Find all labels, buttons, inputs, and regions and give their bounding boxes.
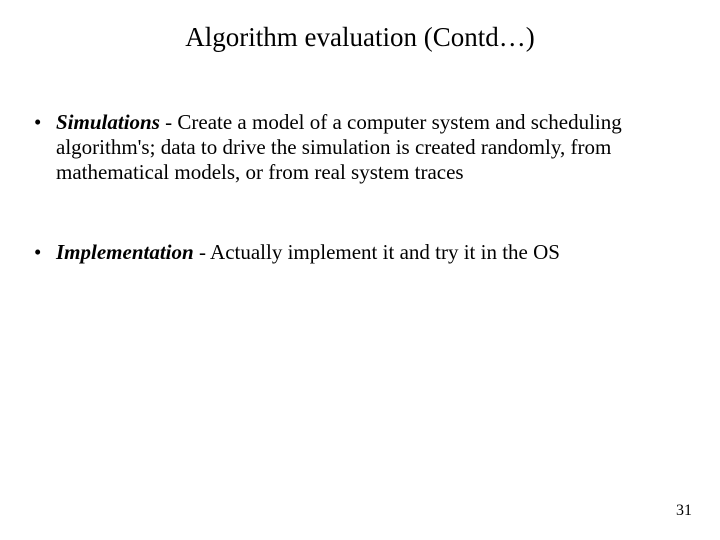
slide: Algorithm evaluation (Contd…) Simulation… bbox=[0, 0, 720, 540]
slide-body: Simulations - Create a model of a comput… bbox=[30, 110, 680, 321]
bullet-term: Implementation bbox=[56, 240, 194, 264]
list-item: Implementation - Actually implement it a… bbox=[30, 240, 680, 265]
list-item: Simulations - Create a model of a comput… bbox=[30, 110, 680, 184]
bullet-list: Simulations - Create a model of a comput… bbox=[30, 110, 680, 265]
bullet-term: Simulations bbox=[56, 110, 160, 134]
bullet-text: - Actually implement it and try it in th… bbox=[194, 240, 560, 264]
slide-title: Algorithm evaluation (Contd…) bbox=[0, 22, 720, 53]
page-number: 31 bbox=[676, 502, 692, 520]
